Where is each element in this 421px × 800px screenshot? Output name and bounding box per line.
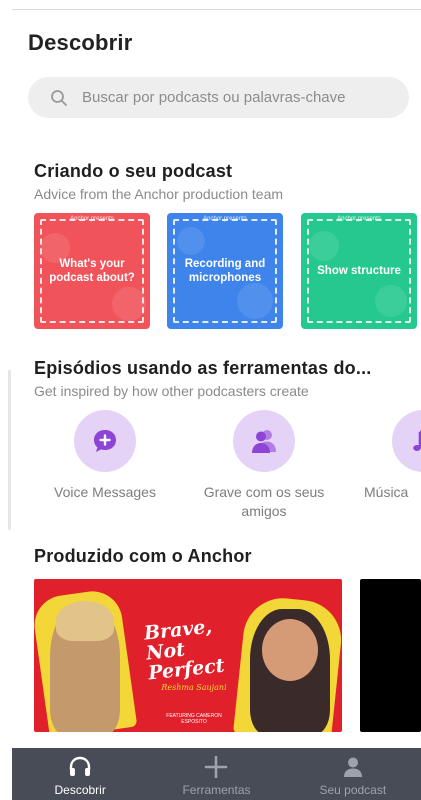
tab-your-podcast[interactable]: Seu podcast: [285, 748, 421, 800]
music-note-icon: [413, 430, 421, 451]
banner-featuring: FEATURING CAMERON ESPOSITO: [166, 713, 222, 725]
tool-label: Voice Messages: [54, 484, 156, 500]
search-input[interactable]: [82, 89, 402, 106]
tab-label: Descobrir: [54, 783, 106, 797]
card-presents-label: Anchor presents: [203, 216, 247, 222]
card-presents-label: Anchor presents: [70, 216, 114, 222]
section-title-produced: Produzido com o Anchor: [34, 546, 252, 566]
section-subtitle-tools: Get inspired by how other podcasters cre…: [34, 383, 309, 399]
tool-label: Música: [364, 484, 409, 500]
chat-plus-icon: [94, 430, 116, 452]
card-label: What's your podcast about?: [49, 258, 135, 284]
tab-label: Seu podcast: [319, 783, 387, 797]
tab-discover[interactable]: Descobrir: [12, 748, 148, 800]
friends-icon: [252, 430, 276, 453]
headphones-icon: [69, 756, 91, 776]
person-icon: [343, 757, 362, 777]
featured-podcast-banner-next[interactable]: [360, 579, 421, 732]
section-title-create: Criando o seu podcast: [34, 161, 233, 181]
banner-signature: Reshma Saujani: [161, 683, 227, 692]
search-bar[interactable]: [28, 77, 409, 118]
section-title-tools: Episódios usando as ferramentas do...: [34, 358, 372, 378]
card-label: Recording and microphones: [184, 258, 266, 284]
create-cards-carousel[interactable]: Anchor presents What's your podcast abou…: [34, 213, 421, 329]
tool-music[interactable]: Música: [353, 410, 421, 502]
tool-record-with-friends[interactable]: Grave com os seus amigos: [194, 410, 334, 521]
banner-show-title: Brave, Not Perfect: [143, 615, 226, 685]
page-title: Descobrir: [28, 30, 133, 55]
advice-card-recording[interactable]: Anchor presents Recording and microphone…: [167, 213, 283, 329]
tab-label: Ferramentas: [182, 783, 251, 797]
top-divider: [12, 9, 421, 10]
tool-label: Grave com os seus amigos: [203, 484, 325, 519]
bottom-tab-bar: Descobrir Ferramentas Seu podcast: [12, 748, 421, 800]
tab-tools[interactable]: Ferramentas: [148, 748, 284, 800]
tools-carousel[interactable]: Voice Messages Grave com os seus amigos …: [0, 410, 421, 520]
featured-podcast-banner[interactable]: Brave, Not Perfect Reshma Saujani FEATUR…: [34, 579, 342, 732]
plus-icon: [205, 756, 228, 778]
card-presents-label: Anchor presents: [337, 216, 381, 222]
section-subtitle-create: Advice from the Anchor production team: [34, 186, 284, 202]
advice-card-show-structure[interactable]: Anchor presents Show structure: [301, 213, 417, 329]
search-icon: [51, 89, 67, 106]
tool-voice-messages[interactable]: Voice Messages: [35, 410, 175, 502]
advice-card-podcast-about[interactable]: Anchor presents What's your podcast abou…: [34, 213, 150, 329]
card-label: Show structure: [317, 265, 401, 277]
